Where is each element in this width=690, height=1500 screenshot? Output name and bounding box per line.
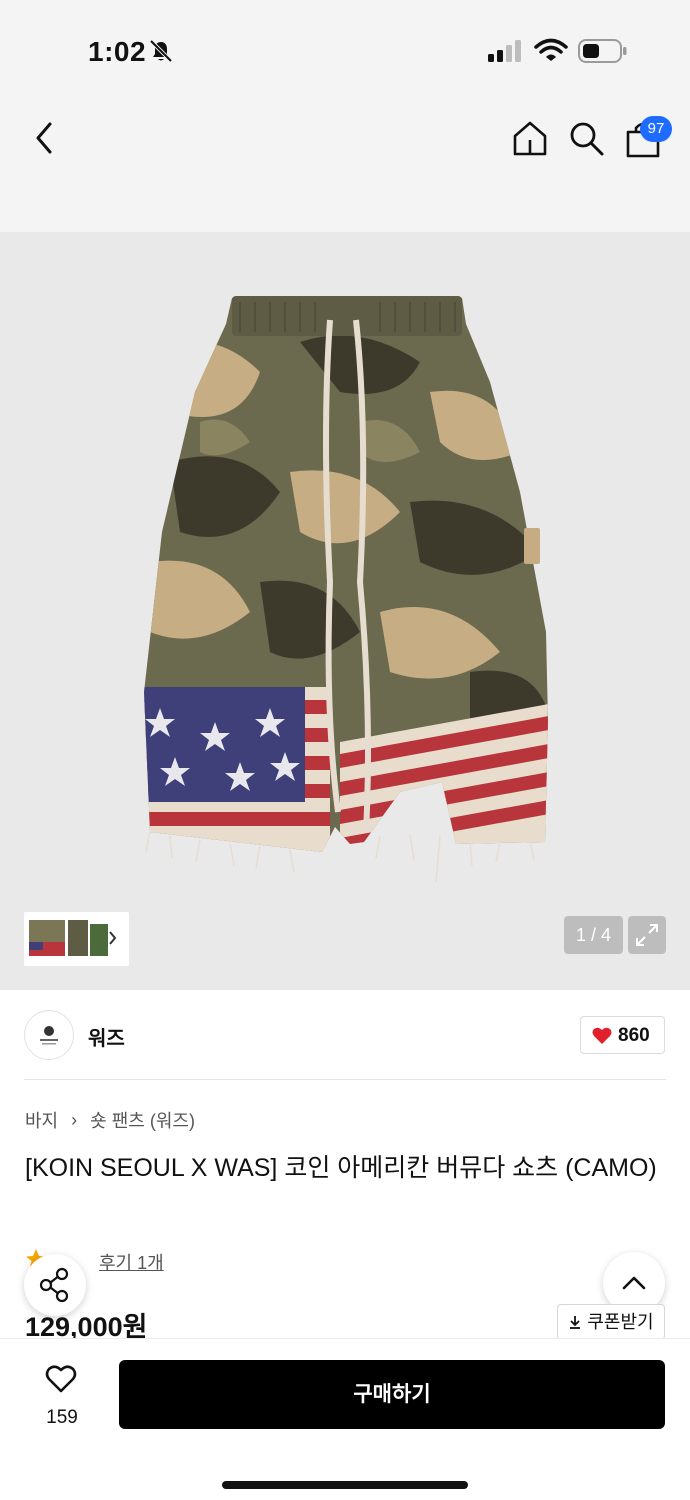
divider <box>24 1079 666 1080</box>
signal-icon <box>488 40 521 62</box>
product-image[interactable] <box>0 232 690 922</box>
wishlist-button[interactable]: 159 <box>26 1359 98 1433</box>
wifi-icon <box>534 38 568 61</box>
thumbnail-preview[interactable] <box>24 912 129 966</box>
expand-icon <box>636 924 658 946</box>
home-icon[interactable] <box>510 118 550 158</box>
home-indicator <box>222 1481 468 1489</box>
breadcrumb-separator: › <box>71 1109 78 1130</box>
brand-logo <box>24 1010 74 1060</box>
product-title: [KOIN SEOUL X WAS] 코인 아메리칸 버뮤다 쇼츠 (CAMO) <box>25 1154 657 1182</box>
bottom-action-bar: 159 구매하기 <box>0 1338 690 1500</box>
breadcrumb: 바지 › 숏 팬츠 (워즈) <box>25 1107 195 1133</box>
breadcrumb-category[interactable]: 바지 <box>25 1111 58 1131</box>
brand-row[interactable]: 워즈 860 <box>0 990 690 1080</box>
nav-bar <box>0 100 690 180</box>
expand-image-button[interactable] <box>628 916 666 954</box>
wishlist-count: 159 <box>46 1407 78 1428</box>
product-photo-shorts <box>144 296 548 883</box>
coupon-label: 쿠폰받기 <box>587 1312 654 1332</box>
status-time: 1:02 <box>88 36 147 67</box>
search-icon[interactable] <box>566 118 606 158</box>
coupon-button[interactable]: 쿠폰받기 <box>557 1304 665 1340</box>
battery-icon <box>578 39 627 63</box>
review-count-link[interactable]: 후기 1개 <box>99 1249 164 1275</box>
thumbnail-images <box>29 920 117 956</box>
buy-button[interactable]: 구매하기 <box>119 1360 665 1429</box>
download-icon <box>570 1316 581 1329</box>
brand-name[interactable]: 워즈 <box>88 1022 125 1051</box>
heart-icon <box>592 1027 612 1044</box>
image-counter: 1 / 4 <box>564 916 623 954</box>
back-icon[interactable] <box>28 118 62 158</box>
brand-like-count: 860 <box>618 1025 650 1046</box>
brand-logo-icon <box>40 1026 58 1045</box>
breadcrumb-subcategory[interactable]: 숏 팬츠 (워즈) <box>90 1111 195 1131</box>
thumbnail-strip: 1 / 4 <box>0 912 690 990</box>
top-area: 1:02 97 <box>0 0 690 232</box>
cart-count-badge: 97 <box>640 116 672 142</box>
heart-outline-icon <box>45 1365 77 1393</box>
status-bar: 1:02 <box>0 0 690 100</box>
brand-like-button[interactable]: 860 <box>580 1016 665 1054</box>
bell-off-icon <box>149 39 173 63</box>
